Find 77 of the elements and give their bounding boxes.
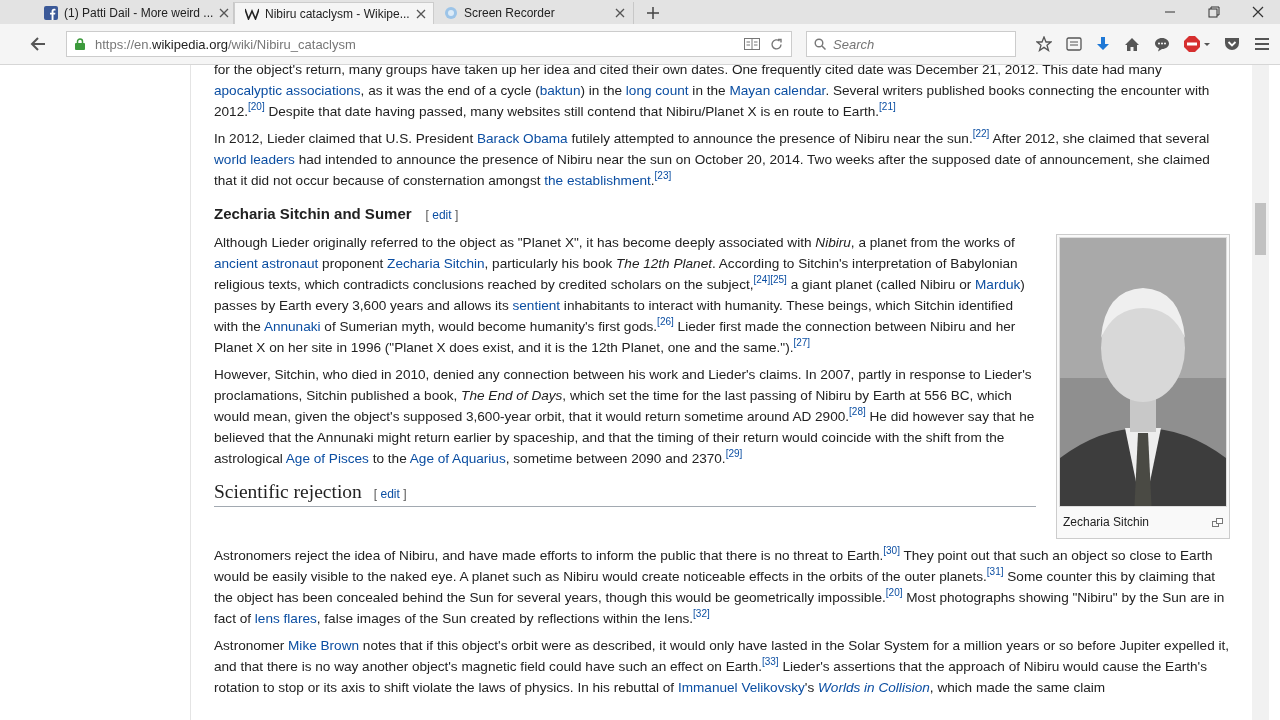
link[interactable]: apocalyptic associations	[214, 83, 361, 98]
link[interactable]: Annunaki	[263, 319, 321, 334]
lock-icon	[75, 38, 85, 50]
citation-link[interactable]: [29]	[725, 448, 743, 459]
paragraph: for the object's return, many groups have taken up her idea and cited their own dates. One frequently cited date was December 21, 2012. This date had many apocalyptic associations, as it was the end of a cycle (baktun) in the long count in the Mayan calendar. Several writers published books connecting the encounter with 2012.$^{[20]}$ Despite that date having passed, many websites still contend that Nibiru/Planet X is en route to Earth.$^{[21]}$	[214, 61, 1211, 121]
link[interactable]: Marduk	[975, 277, 1021, 292]
link[interactable]: Worlds in Collision	[818, 680, 930, 695]
link[interactable]: Zecharia Sitchin	[387, 256, 485, 271]
paragraph: Although Lieder originally referred to the object as "Planet X", it has become deeply associated with Nibiru, a planet from the works of ancient astronaut proponent Zecharia Sitchin, particularly his book The 12th Planet. According to Sitchin's interpretation of Babylonian religious texts, which contradicts conclusions reached by credited scholars on the subject,$^{[24]}$$^{[25]}$ a giant planet (called Nibiru or Marduk) passes by Earth every 3,600 years and allows its sentient inhabitants to interact with humanity. These beings, which Sitchin identified with the Annunaki of Sumerian myth, would become humanity's first gods.$^{[26]}$ Lieder first made the connection between Nibiru and her Planet X on her site in 1996 ("Planet X does exist, and it is the 12th Planet, one and the same.").$^{[27]}$	[214, 234, 1026, 357]
citation-link[interactable]: [26]	[657, 316, 674, 327]
citation-link[interactable]: [20]	[248, 101, 265, 112]
link[interactable]: baktun	[539, 83, 581, 98]
new-tab-icon[interactable]	[646, 6, 660, 20]
link[interactable]: Immanuel Velikovsky	[677, 680, 805, 695]
link[interactable]: Age of Aquarius	[409, 451, 506, 466]
image-caption: Zecharia Sitchin	[1063, 514, 1150, 531]
paragraph: Astronomer Mike Brown notes that if this object's orbit were as described, it would only have lasted in the Solar System for a million years or so before Jupiter expelled it, and that there is no way another object's magnetic field could have such an effect on Earth.$^{[33]}$ Lieder's assertions that the approach of Nibiru would cause the Earth's rotation to stop or its axis to shift violate the laws of physics. In his rebuttal of Immanuel Velikovsky's Worlds in Collision, which made the same claim	[214, 637, 1230, 697]
pocket-icon[interactable]	[1224, 37, 1240, 51]
citation-link[interactable]: [25]	[770, 274, 787, 285]
paragraph: In 2012, Lieder claimed that U.S. President Barack Obama futilely attempted to announce the presence of Nibiru near the sun.$^{[22]}$ After 2012, she claimed that several world leaders had intended to announce the presence of Nibiru near the sun on October 20, 2014. Two weeks after the supposed date of announcement, she claimed that it did not occur because of consternation amongst the establishment.$^{[23]}$	[214, 128, 1211, 190]
link[interactable]: sentient	[512, 298, 561, 313]
citation-link[interactable]: [24]	[753, 274, 771, 285]
reload-icon[interactable]	[770, 37, 783, 51]
paragraph: However, Sitchin, who died in 2010, denied any connection between his work and Lieder's claims. In 2007, partly in response to Lieder's proclamations, Sitchin published a book, The End of Days, which set the time for the last passing of Nibiru by Earth at 556 BC, which would mean, given the object's supposed 3,600-year orbit, that it would return sometime around AD 2900.$^{[28]}$ He did however say that he believed that the Annunaki might return earlier by spaceship, and that the timing of their return would coincide with the shift from the astrological Age of Pisces to the Age of Aquarius, sometime between 2090 and 2370.$^{[29]}$	[214, 366, 1036, 468]
close-icon[interactable]	[219, 8, 230, 18]
close-icon[interactable]	[615, 8, 625, 18]
bracket-text: [	[425, 208, 429, 222]
scrollbar[interactable]	[1252, 65, 1269, 720]
close-icon[interactable]	[1252, 6, 1264, 18]
citation-link[interactable]: [23]	[654, 170, 672, 181]
citation-link[interactable]: [22]	[972, 128, 990, 139]
link[interactable]: lens flares	[254, 611, 317, 626]
bookmarks-list-icon[interactable]	[1066, 37, 1082, 51]
bracket-text: ]	[454, 208, 459, 222]
link[interactable]: ancient astronaut	[214, 256, 319, 271]
reader-view-icon[interactable]	[744, 38, 760, 50]
search-field[interactable]: Search	[806, 31, 1016, 57]
citation-link[interactable]: [33]	[761, 656, 779, 667]
favicon-icon	[245, 7, 259, 20]
link[interactable]: world leaders	[214, 152, 295, 167]
link[interactable]: long count	[625, 83, 689, 98]
citation-link[interactable]: [30]	[883, 545, 900, 556]
bracket-text: ]	[403, 487, 407, 501]
link[interactable]: the establishment	[544, 173, 651, 188]
menu-icon[interactable]	[1254, 37, 1270, 51]
edit-link[interactable]: edit	[380, 487, 400, 501]
tab-title: (1) Patti Dail - More weird ...	[64, 6, 214, 20]
citation-link[interactable]: [31]	[986, 566, 1004, 577]
bookmark-star-icon[interactable]	[1036, 36, 1052, 52]
favicon-icon	[44, 6, 58, 20]
link[interactable]: Age of Pisces	[285, 451, 369, 466]
address-bar[interactable]: https://en.wikipedia.org/wiki/Nibiru_cataclysm	[66, 31, 792, 57]
bracket-text: [	[373, 487, 378, 501]
edit-link[interactable]: edit	[432, 208, 452, 222]
section-heading: Zecharia Sitchin and Sumer	[214, 204, 412, 224]
close-icon[interactable]	[415, 8, 426, 19]
link[interactable]: Barack Obama	[476, 131, 568, 146]
citation-link[interactable]: [20]	[885, 587, 903, 598]
citation-link[interactable]: [28]	[849, 406, 866, 417]
url-text: https://en.wikipedia.org/wiki/Nibiru_cataclysm	[95, 36, 356, 52]
tab-title: Screen Recorder	[464, 6, 556, 20]
paragraph: Astronomers reject the idea of Nibiru, and have made efforts to inform the public that there is no threat to Earth.$^{[30]}$ They point out that such an object so close to Earth would be easily visible to the naked eye. A planet such as Nibiru would create noticeable effects in the orbits of the outer planets.$^{[31]}$ Some counter this by claiming that the object has been concealed behind the Sun for several years, though this would be geometrically impossible.$^{[20]}$ Most photographs showing "Nibiru" by the Sun are in fact of lens flares, false images of the Sun created by reflections within the lens.$^{[32]}$	[214, 545, 1226, 628]
link[interactable]: Mayan calendar	[729, 83, 826, 98]
citation-link[interactable]: [32]	[693, 608, 710, 619]
restore-icon[interactable]	[1208, 6, 1220, 18]
section-heading: Scientific rejection	[214, 481, 362, 502]
browser-tab[interactable]: Nibiru cataclysm - Wikipe...	[234, 2, 434, 24]
download-icon[interactable]	[1096, 36, 1110, 52]
citation-link[interactable]: [21]	[879, 101, 896, 112]
favicon-icon	[444, 6, 458, 20]
tab-title: Nibiru cataclysm - Wikipe...	[265, 6, 410, 21]
back-icon[interactable]	[30, 37, 46, 51]
citation-link[interactable]: [27]	[793, 337, 811, 348]
adblock-icon[interactable]	[1184, 36, 1210, 52]
link[interactable]: Mike Brown	[288, 638, 360, 653]
home-icon[interactable]	[1124, 36, 1140, 52]
chat-icon[interactable]	[1154, 36, 1170, 52]
